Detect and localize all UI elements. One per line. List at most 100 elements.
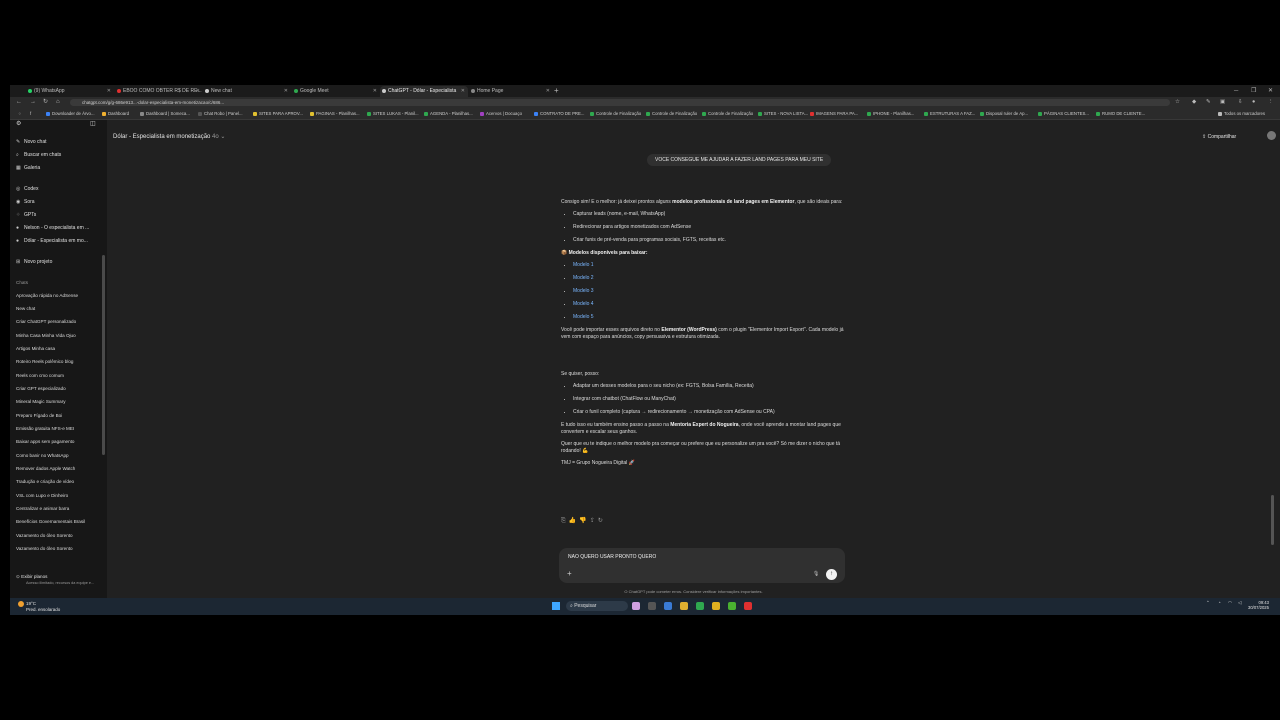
bookmark-item[interactable]: Disposal ruler de Ap... <box>980 108 1028 119</box>
bookmark-item[interactable]: SITES - NOVA LISTA... <box>758 108 808 119</box>
chat-history-item[interactable]: Baixar apps sem pagamento <box>16 439 74 444</box>
home-icon[interactable]: ⌂ <box>56 97 60 108</box>
bookmark-item[interactable]: Downloader de Árvo... <box>46 108 95 119</box>
chat-history-item[interactable]: Emissão gratuita NFS-e MEI <box>16 426 74 431</box>
chat-history-item[interactable]: Minha Casa Minha Vida Ojuo <box>16 333 76 338</box>
minimize-icon[interactable]: ─ <box>1234 85 1238 97</box>
wifi-icon[interactable]: ◠ <box>1228 600 1232 606</box>
chat-history-item[interactable]: Remover dados Apple Watch <box>16 466 75 471</box>
back-icon[interactable]: ← <box>16 97 22 108</box>
sidebar-item-sora[interactable]: ◉ Sora <box>16 199 35 205</box>
taskbar-app-icon[interactable] <box>696 602 704 610</box>
taskbar-app-icon[interactable] <box>632 602 640 610</box>
sidebar-item-gpts[interactable]: ⁘ GPTs <box>16 212 36 218</box>
taskbar-search[interactable]: ⌕ Pesquisar <box>566 601 628 611</box>
chat-history-item[interactable]: Vazamento do óleo Sorento <box>16 533 73 538</box>
download-icon[interactable]: ⇩ <box>1238 97 1243 108</box>
bookmark-item[interactable]: IPHONE - Planilhas... <box>867 108 914 119</box>
network-icon[interactable]: ◔ <box>1218 600 1221 605</box>
share-icon[interactable]: ⇪ <box>590 518 598 524</box>
model-link[interactable]: Modelo 3 <box>573 288 594 294</box>
model-link[interactable]: Modelo 2 <box>573 275 594 281</box>
chat-history-item[interactable]: Mineral Magic Summary <box>16 399 66 404</box>
bookmark-item[interactable]: PÁGINAS CLIENTES... <box>1038 108 1089 119</box>
extension-icon[interactable]: ✎ <box>1206 97 1211 108</box>
bookmark-item[interactable]: Acervos | Docuaço <box>480 108 522 119</box>
tab-google-meet[interactable]: Google Meet ✕ <box>292 86 380 97</box>
sidebar-item-new-chat[interactable]: ✎ Novo chat <box>16 139 47 145</box>
bookmark-item[interactable]: IMAGENS PARA PA... <box>810 108 858 119</box>
openai-logo-icon[interactable]: ⚙ <box>16 120 21 127</box>
reload-icon[interactable]: ↻ <box>43 97 48 108</box>
bookmark-item[interactable]: SITES LUKAS - Planil... <box>367 108 419 119</box>
bookmark-item[interactable]: Controle de Finalização <box>646 108 697 119</box>
chat-history-item[interactable]: Criar ChatGPT personalizado <box>16 319 76 324</box>
facebook-icon[interactable]: f <box>24 108 31 119</box>
maximize-icon[interactable]: ❐ <box>1251 85 1256 97</box>
sidebar-toggle-icon[interactable]: ◫ <box>90 120 96 127</box>
plus-icon[interactable]: + <box>567 569 572 578</box>
share-button[interactable]: ⇪ Compartilhar <box>1202 134 1236 140</box>
model-selector[interactable]: Dólar - Especialista em monetização 4o ⌄ <box>113 133 225 140</box>
sidebar-scrollbar[interactable] <box>102 255 105 455</box>
taskbar-app-icon[interactable] <box>664 602 672 610</box>
task-view-icon[interactable] <box>648 602 656 610</box>
apps-grid-icon[interactable]: ⁘ <box>12 108 22 119</box>
file-explorer-icon[interactable] <box>680 602 688 610</box>
bookmark-item[interactable]: Controle de Finalização <box>590 108 641 119</box>
thumbs-down-icon[interactable]: 👎 <box>579 518 589 524</box>
sidebar-item-gpt-nelson[interactable]: ● Nelson - O especialista em ... <box>16 225 89 231</box>
bookmark-item[interactable]: Controle de Finalização <box>702 108 753 119</box>
microphone-icon[interactable]: 🎙 <box>813 571 819 577</box>
close-window-icon[interactable]: ✕ <box>1268 85 1273 97</box>
close-tab-icon[interactable]: ✕ <box>284 86 288 97</box>
chat-history-item[interactable]: Como banir no WhatsApp <box>16 453 69 458</box>
model-link[interactable]: Modelo 5 <box>573 314 594 320</box>
forward-icon[interactable]: → <box>30 97 36 108</box>
taskbar-app-icon[interactable] <box>728 602 736 610</box>
bookmark-item[interactable]: Chat Robo | Panel... <box>198 108 243 119</box>
clock[interactable]: 09:43 30/07/2025 <box>1248 600 1269 610</box>
bookmark-item[interactable]: AGENDA - Planilhas... <box>424 108 473 119</box>
message-input[interactable]: NAO QUERO USAR PRONTO QUERO <box>568 554 656 560</box>
chrome-icon[interactable] <box>712 602 720 610</box>
volume-icon[interactable]: ◁ <box>1238 600 1241 606</box>
chat-history-item[interactable]: Vazamento do óleo Sorento <box>16 546 73 551</box>
close-tab-icon[interactable]: ✕ <box>461 86 465 97</box>
chat-history-item[interactable]: Benefícios Governamentais Brasil <box>16 519 85 524</box>
tab-whatsapp[interactable]: (9) WhatsApp ✕ <box>26 86 114 97</box>
tab-eboo[interactable]: EBOO COMO OBTER R$ DE RE... ✕ <box>115 86 203 97</box>
windows-start-icon[interactable] <box>552 602 560 610</box>
bookmark-star-icon[interactable]: ☆ <box>1175 97 1180 108</box>
chat-history-item[interactable]: Tradução e criação de vídeo <box>16 479 74 484</box>
new-tab-button[interactable]: + <box>554 85 559 97</box>
avatar[interactable] <box>1267 131 1276 140</box>
upgrade-plan-button[interactable]: ⊙ Exibir planos Acesso ilimitado, recurs… <box>16 574 94 585</box>
tab-home-page[interactable]: Home Page ✕ <box>469 86 553 97</box>
thumbs-up-icon[interactable]: 👍 <box>569 518 579 524</box>
sidebar-item-search[interactable]: ⌕ Buscar em chats <box>16 152 61 158</box>
close-tab-icon[interactable]: ✕ <box>373 86 377 97</box>
profile-icon[interactable]: ● <box>1252 97 1255 108</box>
chat-history-item[interactable]: Criar GPT especializado <box>16 386 66 391</box>
chat-history-item[interactable]: Artigos Minha casa <box>16 346 55 351</box>
browser-menu-icon[interactable]: ⋮ <box>1268 97 1274 108</box>
sidebar-item-gpt-dolar[interactable]: ● Dólar - Especialista em mo... <box>16 238 88 244</box>
sidebar-item-gallery[interactable]: ▦ Galeria <box>16 165 40 171</box>
sidebar-item-codex[interactable]: ◎ Codex <box>16 186 38 192</box>
chat-history-item[interactable]: New chat <box>16 306 35 311</box>
send-button[interactable]: ↑ <box>826 569 837 580</box>
model-link[interactable]: Modelo 4 <box>573 301 594 307</box>
chat-history-item[interactable]: Roteiro Reels polêmico blog <box>16 359 73 364</box>
bookmark-item[interactable]: Dashboard <box>102 108 129 119</box>
extensions-puzzle-icon[interactable]: ▣ <box>1220 97 1225 108</box>
chat-history-item[interactable]: Centralizar e animar barra <box>16 506 69 511</box>
tab-chatgpt[interactable]: ChatGPT - Dólar - Especialista ✕ <box>380 86 468 97</box>
sidebar-item-new-project[interactable]: ⊞ Novo projeto <box>16 259 52 265</box>
tray-chevron-icon[interactable]: ⌃ <box>1206 600 1210 606</box>
url-input[interactable]: chatgpt.com/g/g-686e913...-dolar-especia… <box>70 99 1170 106</box>
bookmark-item[interactable]: RUMO DE CLIENTE... <box>1096 108 1145 119</box>
close-tab-icon[interactable]: ✕ <box>107 86 111 97</box>
close-tab-icon[interactable]: ✕ <box>546 86 550 97</box>
chat-history-item[interactable]: Preparo Fígado de Boi <box>16 413 62 418</box>
